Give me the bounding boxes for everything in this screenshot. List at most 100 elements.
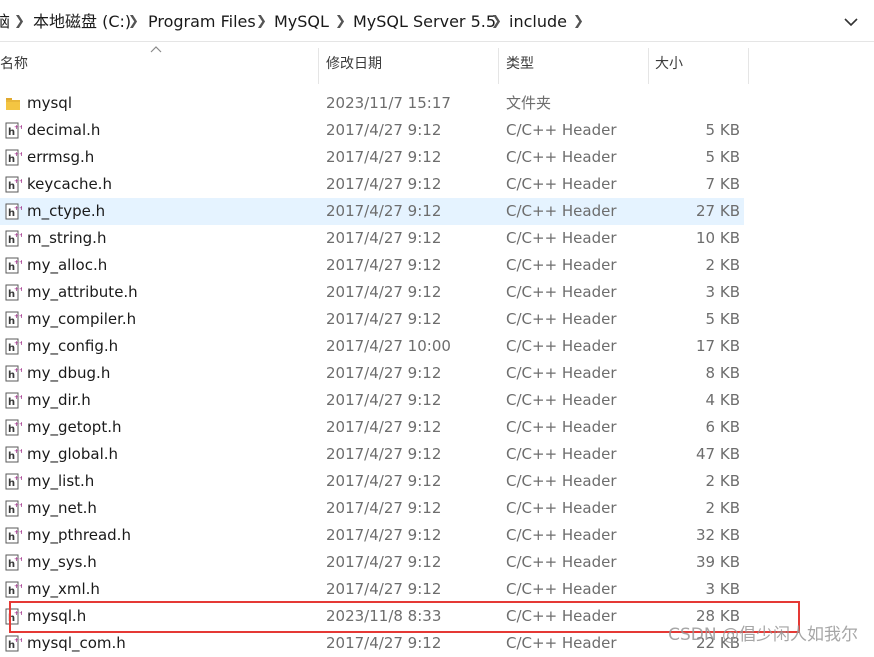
file-type: C/C++ Header [506, 526, 617, 544]
file-row[interactable]: h ++ mysql_com.h 2017/4/27 9:12 C/C++ Header… [0, 630, 744, 657]
file-modified-date: 2017/4/27 9:12 [326, 256, 442, 274]
column-divider[interactable] [318, 48, 319, 84]
svg-text:++: ++ [14, 313, 22, 320]
file-modified-date: 2017/4/27 9:12 [326, 580, 442, 598]
file-name: decimal.h [27, 121, 101, 139]
file-modified-date: 2017/4/27 9:12 [326, 229, 442, 247]
svg-text:++: ++ [14, 124, 22, 131]
svg-text:++: ++ [14, 529, 22, 536]
file-modified-date: 2017/4/27 9:12 [326, 472, 442, 490]
chevron-down-icon[interactable] [842, 12, 860, 32]
file-row[interactable]: h ++ my_getopt.h 2017/4/27 9:12 C/C++ Header… [0, 414, 744, 441]
chevron-right-icon[interactable]: ❯ [128, 12, 139, 32]
file-size: 2 KB [705, 256, 740, 274]
header-file-icon: h ++ [4, 148, 24, 166]
svg-text:++: ++ [14, 367, 22, 374]
file-type: C/C++ Header [506, 607, 617, 625]
file-row[interactable]: h ++ keycache.h 2017/4/27 9:12 C/C++ Header 7… [0, 171, 744, 198]
file-row[interactable]: h ++ my_list.h 2017/4/27 9:12 C/C++ Header 2 … [0, 468, 744, 495]
folder-icon [4, 94, 22, 112]
file-name: mysql [27, 94, 72, 112]
address-bar[interactable]: 脑 ❯ 本地磁盘 (C:) ❯ Program Files ❯ MySQL ❯ … [0, 0, 874, 42]
header-file-icon: h ++ [4, 553, 24, 571]
file-row[interactable]: h ++ my_dir.h 2017/4/27 9:12 C/C++ Header 4 K… [0, 387, 744, 414]
column-divider[interactable] [648, 48, 649, 84]
svg-text:++: ++ [14, 394, 22, 401]
breadcrumb-item-mysql[interactable]: MySQL [274, 12, 329, 32]
chevron-right-icon[interactable]: ❯ [491, 12, 502, 32]
file-type: C/C++ Header [506, 418, 617, 436]
file-name: my_global.h [27, 445, 119, 463]
svg-text:++: ++ [14, 556, 22, 563]
file-modified-date: 2017/4/27 9:12 [326, 499, 442, 517]
file-type: C/C++ Header [506, 472, 617, 490]
header-file-icon: h ++ [4, 256, 24, 274]
file-name: my_sys.h [27, 553, 97, 571]
breadcrumb-item-include[interactable]: include [509, 12, 567, 32]
header-file-icon: h ++ [4, 445, 24, 463]
file-size: 28 KB [696, 607, 740, 625]
file-size: 5 KB [705, 310, 740, 328]
file-size: 5 KB [705, 121, 740, 139]
file-row[interactable]: mysql 2023/11/7 15:17 文件夹 [0, 90, 744, 117]
file-size: 10 KB [696, 229, 740, 247]
column-header-modified[interactable]: 修改日期 [326, 43, 382, 85]
file-size: 27 KB [696, 202, 740, 220]
file-row[interactable]: h ++ my_compiler.h 2017/4/27 9:12 C/C++ Head… [0, 306, 744, 333]
file-type: C/C++ Header [506, 580, 617, 598]
svg-text:++: ++ [14, 448, 22, 455]
breadcrumb-item-drive[interactable]: 本地磁盘 (C:) [33, 12, 131, 32]
file-row[interactable]: h ++ m_ctype.h 2017/4/27 9:12 C/C++ Header 27… [0, 198, 744, 225]
file-name: my_config.h [27, 337, 119, 355]
file-name: my_net.h [27, 499, 97, 517]
file-row[interactable]: h ++ m_string.h 2017/4/27 9:12 C/C++ Header 1… [0, 225, 744, 252]
breadcrumb-item-program-files[interactable]: Program Files [148, 12, 256, 32]
file-size: 47 KB [696, 445, 740, 463]
file-row[interactable]: h ++ my_config.h 2017/4/27 10:00 C/C++ Heade… [0, 333, 744, 360]
file-name: m_ctype.h [27, 202, 106, 220]
file-type: 文件夹 [506, 94, 552, 112]
chevron-right-icon[interactable]: ❯ [256, 12, 267, 32]
file-name: mysql.h [27, 607, 87, 625]
file-modified-date: 2017/4/27 9:12 [326, 364, 442, 382]
sort-ascending-icon [150, 46, 162, 53]
file-size: 4 KB [705, 391, 740, 409]
file-row[interactable]: h ++ mysql.h 2023/11/8 8:33 C/C++ Header 28 K… [0, 603, 744, 630]
svg-text:++: ++ [14, 205, 22, 212]
column-header-size[interactable]: 大小 [655, 43, 683, 85]
file-type: C/C++ Header [506, 499, 617, 517]
file-row[interactable]: h ++ my_net.h 2017/4/27 9:12 C/C++ Header 2 K… [0, 495, 744, 522]
column-header-type[interactable]: 类型 [506, 43, 534, 85]
chevron-right-icon[interactable]: ❯ [573, 12, 584, 32]
file-row[interactable]: h ++ errmsg.h 2017/4/27 9:12 C/C++ Header 5 K… [0, 144, 744, 171]
file-row[interactable]: h ++ my_global.h 2017/4/27 9:12 C/C++ Header… [0, 441, 744, 468]
file-type: C/C++ Header [506, 283, 617, 301]
chevron-right-icon[interactable]: ❯ [14, 12, 25, 32]
file-row[interactable]: h ++ decimal.h 2017/4/27 9:12 C/C++ Header 5 … [0, 117, 744, 144]
header-file-icon: h ++ [4, 337, 24, 355]
file-row[interactable]: h ++ my_dbug.h 2017/4/27 9:12 C/C++ Header 8 … [0, 360, 744, 387]
file-row[interactable]: h ++ my_alloc.h 2017/4/27 9:12 C/C++ Header 2… [0, 252, 744, 279]
file-size: 5 KB [705, 148, 740, 166]
breadcrumb-item-computer[interactable]: 脑 [0, 12, 10, 32]
watermark: CSDN @倡少闲人如我尔 [668, 625, 858, 645]
column-header-name[interactable]: 名称 [0, 43, 28, 85]
file-row[interactable]: h ++ my_sys.h 2017/4/27 9:12 C/C++ Header 39 … [0, 549, 744, 576]
file-size: 3 KB [705, 283, 740, 301]
header-file-icon: h ++ [4, 229, 24, 247]
column-divider[interactable] [748, 48, 749, 84]
breadcrumb-item-mysql-server[interactable]: MySQL Server 5.5 [353, 12, 496, 32]
column-divider[interactable] [498, 48, 499, 84]
file-row[interactable]: h ++ my_xml.h 2017/4/27 9:12 C/C++ Header 3 K… [0, 576, 744, 603]
file-row[interactable]: h ++ my_attribute.h 2017/4/27 9:12 C/C++ Hea… [0, 279, 744, 306]
chevron-right-icon[interactable]: ❯ [335, 12, 346, 32]
file-row[interactable]: h ++ my_pthread.h 2017/4/27 9:12 C/C++ Heade… [0, 522, 744, 549]
file-name: my_dir.h [27, 391, 91, 409]
svg-text:++: ++ [14, 232, 22, 239]
file-name: my_attribute.h [27, 283, 138, 301]
file-modified-date: 2017/4/27 10:00 [326, 337, 451, 355]
file-modified-date: 2017/4/27 9:12 [326, 634, 442, 652]
file-name: my_pthread.h [27, 526, 131, 544]
file-type: C/C++ Header [506, 445, 617, 463]
file-modified-date: 2017/4/27 9:12 [326, 526, 442, 544]
